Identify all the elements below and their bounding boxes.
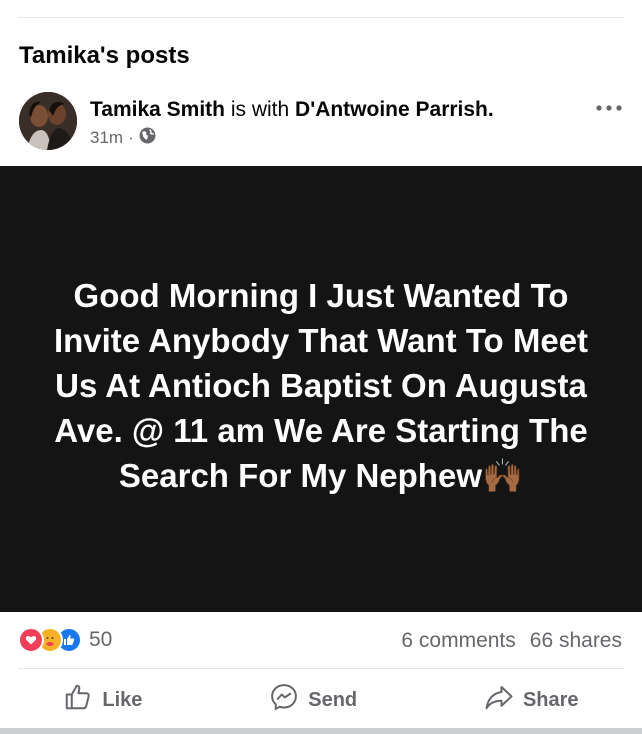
love-icon: [18, 627, 44, 653]
send-label: Send: [308, 688, 358, 711]
avatar[interactable]: [19, 92, 77, 150]
like-label: Like: [102, 688, 143, 711]
bottom-separator: [0, 728, 642, 734]
raising-hands-emoji: 🙌🏾: [482, 456, 524, 494]
actions-divider: [18, 668, 624, 669]
share-label: Share: [522, 688, 579, 711]
globe-icon: [139, 127, 156, 149]
shares-count[interactable]: 66 shares: [530, 629, 622, 653]
post-image[interactable]: Good Morning I Just Wanted To Invite Any…: [0, 166, 642, 612]
more-options-icon[interactable]: [596, 100, 622, 112]
thumbs-up-icon: [63, 682, 93, 718]
section-title: Tamika's posts: [19, 42, 190, 69]
author-name[interactable]: Tamika Smith: [90, 98, 225, 121]
post-image-text: Good Morning I Just Wanted To Invite Any…: [41, 273, 601, 498]
meta-separator: ·: [128, 128, 134, 147]
share-arrow-icon: [484, 682, 514, 718]
send-button[interactable]: Send: [269, 682, 357, 718]
reactions-summary[interactable]: 50: [18, 627, 112, 653]
engagement-counts: 6 comments 66 shares: [401, 629, 622, 653]
action-bar: Like Send Share: [0, 680, 642, 720]
messenger-icon: [269, 682, 299, 718]
like-button[interactable]: Like: [63, 682, 142, 718]
tagged-name[interactable]: D'Antwoine Parrish.: [295, 98, 494, 121]
post-meta: 31m ·: [90, 127, 156, 149]
comments-count[interactable]: 6 comments: [401, 629, 515, 653]
share-button[interactable]: Share: [484, 682, 579, 718]
post-time[interactable]: 31m: [90, 128, 123, 148]
with-text: is with: [230, 98, 290, 121]
top-divider: [18, 17, 624, 18]
reaction-count: 50: [89, 628, 113, 651]
author-line: Tamika Smith is with D'Antwoine Parrish.: [90, 98, 494, 122]
